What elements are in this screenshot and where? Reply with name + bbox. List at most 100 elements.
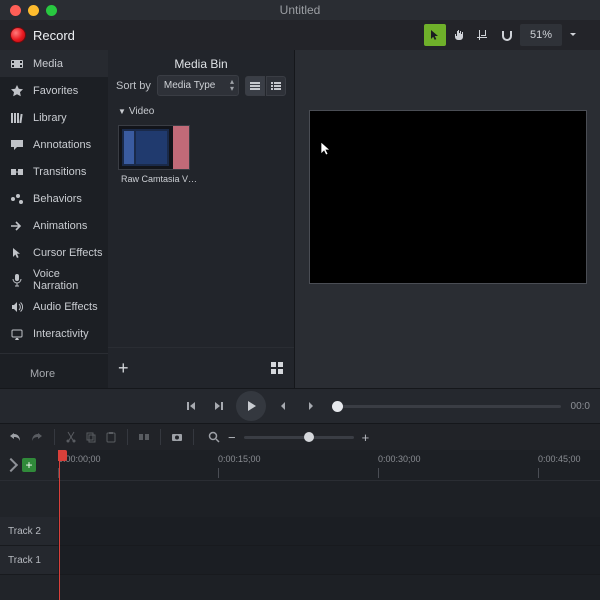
media-bin-title: Media Bin (108, 50, 294, 75)
transitions-icon (10, 165, 24, 179)
sidebar-label: Annotations (33, 139, 91, 151)
transport-scrubber[interactable] (332, 405, 561, 408)
track-row-1[interactable] (58, 546, 600, 575)
prev-marker-button[interactable] (272, 395, 294, 417)
canvas-zoom-dropdown[interactable] (564, 24, 582, 46)
timeline-toolbar: − + (0, 423, 600, 450)
sidebar-label: Transitions (33, 166, 86, 178)
sidebar-item-behaviors[interactable]: Behaviors (0, 185, 108, 212)
zoom-slider[interactable] (244, 436, 354, 439)
sidebar-more-button[interactable]: More (0, 353, 108, 394)
top-toolbar: Record 51% (0, 20, 600, 50)
annotations-icon (10, 138, 24, 152)
clip-thumbnail (118, 125, 190, 170)
transport-time: 00:0 (571, 401, 590, 412)
media-clip[interactable]: Raw Camtasia V… (118, 125, 188, 184)
next-marker-button[interactable] (300, 395, 322, 417)
sidebar-item-favorites[interactable]: Favorites (0, 77, 108, 104)
bin-group-label: Video (129, 106, 154, 117)
behaviors-icon (10, 192, 24, 206)
expand-icon[interactable] (4, 458, 18, 472)
sidebar-label: Interactivity (33, 328, 89, 340)
star-icon (10, 84, 24, 98)
tool-sidebar: Media Favorites Library Annotations Tran… (0, 50, 108, 388)
sort-by-select[interactable]: Media Type ▴▾ (157, 75, 239, 96)
clip-name-label: Raw Camtasia V… (121, 174, 197, 184)
zoom-in-button[interactable]: + (362, 430, 370, 445)
canvas-tool-group: 51% (424, 24, 582, 46)
sort-by-value: Media Type (164, 80, 216, 91)
canvas-zoom-display[interactable]: 51% (520, 24, 562, 46)
add-media-button[interactable]: + (118, 358, 129, 379)
editor-main: Media Favorites Library Annotations Tran… (0, 50, 600, 388)
cursor-pointer-icon (320, 141, 332, 157)
zoom-fit-button[interactable] (208, 431, 220, 443)
sidebar-item-transitions[interactable]: Transitions (0, 158, 108, 185)
sidebar-item-interactivity[interactable]: Interactivity (0, 320, 108, 347)
mic-icon (10, 273, 24, 287)
sidebar-label: Voice Narration (33, 268, 108, 292)
time-ruler[interactable]: 0:00:00;00 0:00:15;00 0:00:30;00 0:00:45… (58, 450, 600, 481)
window-title: Untitled (0, 3, 600, 17)
canvas-pan-tool[interactable] (448, 24, 470, 46)
sidebar-item-audio-effects[interactable]: Audio Effects (0, 293, 108, 320)
step-back-button[interactable] (180, 395, 202, 417)
redo-button[interactable] (30, 430, 44, 444)
media-bin-sort-row: Sort by Media Type ▴▾ (108, 75, 294, 102)
transport-buttons (180, 391, 322, 421)
track-header-2[interactable]: Track 2 (0, 517, 58, 546)
ruler-tick: 0:00:30;00 (378, 454, 421, 464)
paste-button[interactable] (105, 431, 117, 443)
canvas-snap-tool[interactable] (496, 24, 518, 46)
bin-view-thumbs[interactable] (245, 76, 265, 96)
cut-button[interactable] (65, 431, 77, 443)
record-label: Record (33, 28, 75, 43)
bin-group-video[interactable]: ▼ Video (108, 102, 294, 121)
sidebar-label: Animations (33, 220, 87, 232)
disclosure-icon: ▼ (118, 107, 126, 116)
sidebar-item-annotations[interactable]: Annotations (0, 131, 108, 158)
timeline: + Track 2 Track 1 0:00:00;00 0:00:15;00 … (0, 450, 600, 600)
interactivity-icon (10, 327, 24, 341)
split-button[interactable] (138, 431, 150, 443)
sidebar-label: Media (33, 58, 63, 70)
canvas-arrow-tool[interactable] (424, 24, 446, 46)
bin-layout-button[interactable] (270, 361, 284, 375)
sidebar-item-animations[interactable]: Animations (0, 212, 108, 239)
track-row-2[interactable] (58, 517, 600, 546)
copy-button[interactable] (85, 431, 97, 443)
clip-name-row: Raw Camtasia V… (118, 170, 188, 184)
sidebar-label: Library (33, 112, 67, 124)
scrubber-knob[interactable] (332, 401, 343, 412)
add-track-button[interactable]: + (22, 458, 36, 472)
sidebar-item-library[interactable]: Library (0, 104, 108, 131)
step-forward-button[interactable] (208, 395, 230, 417)
library-icon (10, 111, 24, 125)
track-header-1[interactable]: Track 1 (0, 546, 58, 575)
bin-view-list[interactable] (266, 76, 286, 96)
sidebar-item-cursor-effects[interactable]: Cursor Effects (0, 239, 108, 266)
canvas-crop-tool[interactable] (472, 24, 494, 46)
timeline-body[interactable]: 0:00:00;00 0:00:15;00 0:00:30;00 0:00:45… (58, 450, 600, 600)
media-icon (10, 57, 24, 71)
sidebar-label: Cursor Effects (33, 247, 103, 259)
sidebar-item-voice-narration[interactable]: Voice Narration (0, 266, 108, 293)
ruler-tick: 0:00:15;00 (218, 454, 261, 464)
zoom-knob[interactable] (304, 432, 314, 442)
zoom-out-button[interactable]: − (228, 430, 236, 445)
record-button[interactable]: Record (10, 27, 75, 43)
play-button[interactable] (236, 391, 266, 421)
sidebar-label: Behaviors (33, 193, 82, 205)
bin-footer: + (108, 347, 294, 388)
snapshot-button[interactable] (171, 431, 183, 443)
bin-view-toggle (245, 76, 286, 96)
playhead[interactable]: 0:00:00;00 (59, 450, 60, 600)
canvas-zoom-value: 51% (530, 29, 552, 41)
cursor-icon (10, 246, 24, 260)
sidebar-label: Audio Effects (33, 301, 98, 313)
more-label: More (30, 368, 55, 380)
sidebar-item-media[interactable]: Media (0, 50, 108, 77)
preview-canvas[interactable] (309, 110, 587, 284)
canvas-pane (295, 50, 600, 388)
undo-button[interactable] (8, 430, 22, 444)
